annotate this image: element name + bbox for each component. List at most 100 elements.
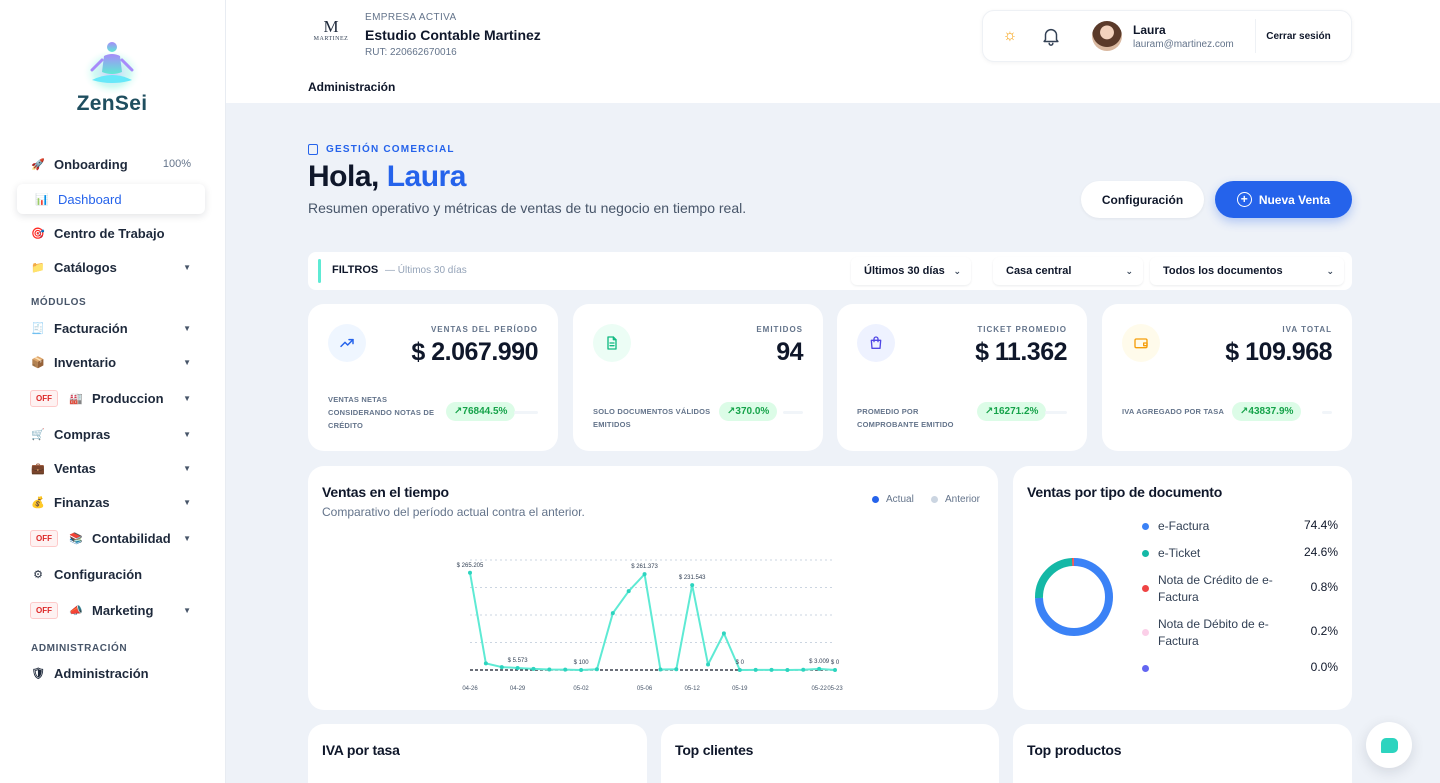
- company-logo: M MARTINEZ: [310, 18, 352, 48]
- sidebar-item-label: Finanzas: [54, 494, 110, 510]
- chevron-down-icon: ▼: [183, 463, 191, 473]
- sidebar-item-contabilidad[interactable]: OFF 📚 Contabilidad ▼: [17, 523, 205, 553]
- file-text-icon: [593, 324, 631, 362]
- chevron-down-icon: ⌄: [1125, 265, 1133, 276]
- sidebar-item-inventario[interactable]: 📦 Inventario ▼: [17, 347, 205, 377]
- data-point: [690, 583, 695, 588]
- kpi-card-ventas: VENTAS DEL PERÍODO $ 2.067.990 VENTAS NE…: [308, 304, 558, 451]
- data-point: [753, 667, 758, 672]
- tab-administracion[interactable]: Administración: [308, 80, 395, 94]
- sidebar-item-administracion[interactable]: 🛡 Administración: [17, 658, 205, 688]
- sidebar-item-catalogos[interactable]: 📁 Catálogos ▼: [17, 252, 205, 282]
- doc-legend-row: Nota de Débito de e-Factura 0.2%: [1142, 616, 1338, 650]
- sidebar-item-ventas[interactable]: 💼 Ventas ▼: [17, 453, 205, 483]
- greeting-name: Laura: [386, 160, 467, 193]
- rocket-icon: 🚀: [31, 158, 45, 171]
- sidebar-item-label: Dashboard: [58, 191, 122, 207]
- period-select[interactable]: Últimos 30 días ⌄: [851, 257, 971, 285]
- kpi-change-badge: ↗16271.2%: [977, 402, 1047, 421]
- x-tick-label: 04-29: [510, 686, 526, 692]
- sidebar-item-label: Catálogos: [54, 259, 117, 275]
- x-tick-label: 05-19: [732, 686, 748, 692]
- sidebar-item-produccion[interactable]: OFF 🏭 Produccion ▼: [17, 383, 205, 413]
- doc-chart-title: Ventas por tipo de documento: [1027, 484, 1223, 500]
- data-label: $ 3.009: [809, 659, 830, 665]
- sales-chart-subtitle: Comparativo del período actual contra el…: [322, 505, 585, 519]
- page-title: Hola, Laura: [308, 160, 466, 194]
- company-name: Estudio Contable Martinez: [365, 27, 541, 43]
- data-point: [531, 666, 536, 671]
- chat-button[interactable]: [1366, 722, 1412, 768]
- new-sale-button[interactable]: + Nueva Venta: [1215, 181, 1352, 218]
- off-badge: OFF: [30, 601, 58, 619]
- legend-dot: [1142, 585, 1149, 592]
- company-rut: RUT: 220662670016: [365, 47, 457, 58]
- sidebar-item-onboarding[interactable]: 🚀 Onboarding 100%: [17, 149, 205, 179]
- sidebar-item-configuracion[interactable]: ⚙ Configuración: [17, 559, 205, 589]
- box-icon: 📦: [31, 356, 45, 369]
- logout-button[interactable]: Cerrar sesión: [1255, 19, 1341, 53]
- sidebar-item-marketing[interactable]: OFF 📣 Marketing ▼: [17, 595, 205, 625]
- legend-actual[interactable]: Actual: [872, 494, 914, 505]
- kpi-label: VENTAS DEL PERÍODO: [430, 325, 538, 334]
- brand-logo[interactable]: ZenSei: [70, 34, 154, 118]
- kpi-card-iva: IVA TOTAL $ 109.968 IVA AGREGADO POR TAS…: [1102, 304, 1352, 451]
- off-badge: OFF: [30, 389, 58, 407]
- doc-type-pct: 24.6%: [1303, 545, 1338, 559]
- receipt-icon: 🧾: [31, 322, 45, 335]
- sidebar-item-label: Produccion: [92, 390, 164, 406]
- kpi-description: IVA AGREGADO POR TASA: [1122, 407, 1225, 416]
- data-point: [468, 570, 472, 575]
- doc-type-name: Nota de Crédito de e-Factura: [1158, 573, 1273, 604]
- configuration-button[interactable]: Configuración: [1081, 181, 1204, 218]
- trending-up-icon: [328, 324, 366, 362]
- chevron-down-icon: ▼: [183, 497, 191, 507]
- briefcase-icon: 💼: [31, 462, 45, 475]
- kpi-description: VENTAS NETAS CONSIDERANDO NOTAS DE CRÉDI…: [328, 395, 435, 430]
- data-point: [801, 667, 806, 672]
- shield-icon: 🛡: [31, 667, 45, 680]
- doc-type-name: [1158, 660, 1288, 674]
- sidebar-item-facturacion[interactable]: 🧾 Facturación ▼: [17, 313, 205, 343]
- bell-icon[interactable]: [1040, 25, 1062, 47]
- sun-icon[interactable]: ☼: [1000, 26, 1020, 46]
- doc-legend-row: Nota de Crédito de e-Factura 0.8%: [1142, 572, 1338, 606]
- active-company[interactable]: EMPRESA ACTIVA Estudio Contable Martinez…: [365, 12, 541, 58]
- kpi-change-badge: ↗43837.9%: [1232, 402, 1302, 421]
- data-label: $ 0: [736, 660, 745, 666]
- x-tick-label: 05-23: [827, 686, 843, 692]
- megaphone-icon: 📣: [69, 604, 83, 617]
- chevron-down-icon: ▼: [183, 357, 191, 367]
- section-eyebrow: GESTIÓN COMERCIAL: [308, 144, 455, 155]
- sidebar-item-centro-de-trabajo[interactable]: 🎯 Centro de Trabajo: [17, 218, 205, 248]
- legend-dot: [1142, 665, 1149, 672]
- sidebar-item-dashboard[interactable]: 📊 Dashboard: [17, 184, 205, 214]
- chevron-down-icon: ▼: [183, 429, 191, 439]
- sidebar-item-finanzas[interactable]: 💰 Finanzas ▼: [17, 487, 205, 517]
- avatar[interactable]: [1092, 21, 1122, 51]
- data-point: [721, 631, 726, 636]
- filters-title: FILTROS: [332, 264, 379, 276]
- data-label: $ 265.205: [457, 563, 484, 569]
- legend-dot: [931, 496, 938, 503]
- kpi-card-ticket: TICKET PROMEDIO $ 11.362 PROMEDIO POR CO…: [837, 304, 1087, 451]
- chevron-down-icon: ▼: [183, 262, 191, 272]
- kpi-description: PROMEDIO POR COMPROBANTE EMITIDO: [857, 407, 954, 429]
- cart-icon: 🛒: [31, 428, 45, 441]
- kpi-change-badge: ↗76844.5%: [446, 402, 516, 421]
- documents-select[interactable]: Todos los documentos ⌄: [1150, 257, 1344, 285]
- data-point: [483, 661, 488, 666]
- doc-type-name: e-Ticket: [1158, 546, 1201, 560]
- page-subtitle: Resumen operativo y métricas de ventas d…: [308, 200, 747, 216]
- data-point: [737, 668, 742, 672]
- legend-anterior[interactable]: Anterior: [931, 494, 980, 505]
- off-badge: OFF: [30, 529, 58, 547]
- branch-select[interactable]: Casa central ⌄: [993, 257, 1143, 285]
- legend-dot: [1142, 550, 1149, 557]
- doc-legend-row: 0.0%: [1142, 660, 1338, 674]
- doc-type-name: Nota de Débito de e-Factura: [1158, 617, 1269, 648]
- data-label: $ 100: [574, 660, 590, 666]
- sidebar-item-label: Facturación: [54, 320, 128, 336]
- sidebar-item-compras[interactable]: 🛒 Compras ▼: [17, 419, 205, 449]
- x-tick-label: 05-22: [811, 686, 827, 692]
